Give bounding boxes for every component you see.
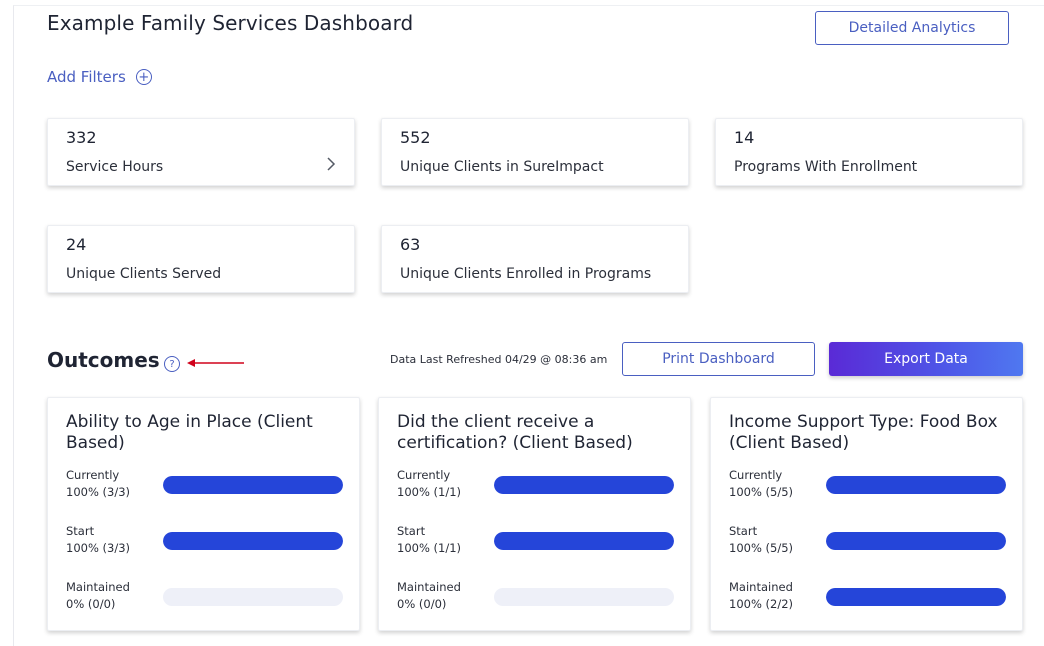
stat-card-unique-clients-served: 24 Unique Clients Served <box>47 225 355 293</box>
export-data-button[interactable]: Export Data <box>829 342 1023 376</box>
metric-name: Start <box>397 524 426 538</box>
outcome-metric-row: Start 100% (5/5) <box>729 524 1006 564</box>
progress-bar-track <box>826 532 1006 550</box>
outcome-metric-row: Maintained 100% (2/2) <box>729 580 1006 620</box>
progress-bar-fill <box>494 476 674 494</box>
outcome-card-title: Income Support Type: Food Box (Client Ba… <box>729 412 998 453</box>
stat-label: Service Hours <box>66 159 164 175</box>
metric-name: Start <box>66 524 95 538</box>
progress-bar-track <box>163 532 343 550</box>
outcome-metric-row: Currently 100% (5/5) <box>729 468 1006 508</box>
metric-value: 100% (1/1) <box>397 541 462 555</box>
stat-label: Unique Clients Enrolled in Programs <box>400 266 652 282</box>
progress-bar-fill <box>494 532 674 550</box>
print-dashboard-button[interactable]: Print Dashboard <box>622 342 815 376</box>
stat-value: 63 <box>400 235 421 254</box>
progress-bar-track <box>494 532 674 550</box>
page-title: Example Family Services Dashboard <box>47 11 414 35</box>
metric-name: Maintained <box>729 580 793 594</box>
metric-value: 100% (1/1) <box>397 485 462 499</box>
metric-name: Currently <box>66 468 120 482</box>
outcomes-title: Outcomes <box>47 348 160 372</box>
outcome-card-title: Ability to Age in Place (Client Based) <box>66 412 313 453</box>
progress-bar-track <box>163 588 343 606</box>
metric-value: 100% (5/5) <box>729 485 794 499</box>
add-filters-link[interactable]: Add Filters + <box>47 68 152 86</box>
outcome-metric-row: Maintained 0% (0/0) <box>66 580 343 620</box>
outcome-card-title: Did the client receive a certification? … <box>397 412 633 453</box>
progress-bar-fill <box>163 532 343 550</box>
stat-value: 24 <box>66 235 87 254</box>
metric-name: Currently <box>729 468 783 482</box>
stat-card-clients-enrolled: 63 Unique Clients Enrolled in Programs <box>381 225 689 293</box>
progress-bar-fill <box>826 532 1006 550</box>
metric-value: 0% (0/0) <box>397 597 447 611</box>
metric-value: 100% (3/3) <box>66 485 131 499</box>
progress-bar-track <box>494 476 674 494</box>
stat-label: Unique Clients Served <box>66 266 222 282</box>
metric-value: 100% (5/5) <box>729 541 794 555</box>
stat-value: 14 <box>734 128 755 147</box>
add-filters-label: Add Filters <box>47 68 126 86</box>
stat-card-unique-clients: 552 Unique Clients in SureImpact <box>381 118 689 186</box>
metric-name: Currently <box>397 468 451 482</box>
annotation-arrow-icon <box>187 359 244 367</box>
outcome-metric-row: Maintained 0% (0/0) <box>397 580 674 620</box>
progress-bar-track <box>826 476 1006 494</box>
metric-name: Maintained <box>66 580 130 594</box>
chevron-right-icon[interactable] <box>326 155 336 176</box>
stat-value: 552 <box>400 128 431 147</box>
question-circle-icon[interactable]: ? <box>164 356 180 372</box>
stat-card-programs-with-enrollment: 14 Programs With Enrollment <box>715 118 1023 186</box>
stat-label: Programs With Enrollment <box>734 159 918 175</box>
progress-bar-fill <box>826 588 1006 606</box>
outcome-metric-row: Start 100% (3/3) <box>66 524 343 564</box>
progress-bar-track <box>494 588 674 606</box>
detailed-analytics-button[interactable]: Detailed Analytics <box>815 11 1009 45</box>
stat-card-service-hours[interactable]: 332 Service Hours <box>47 118 355 186</box>
progress-bar-fill <box>826 476 1006 494</box>
progress-bar-track <box>163 476 343 494</box>
metric-name: Maintained <box>397 580 461 594</box>
outcome-card: Did the client receive a certification? … <box>378 397 691 631</box>
outcome-metric-row: Currently 100% (1/1) <box>397 468 674 508</box>
last-refreshed-text: Data Last Refreshed 04/29 @ 08:36 am <box>390 353 608 366</box>
metric-value: 100% (3/3) <box>66 541 131 555</box>
metric-value: 100% (2/2) <box>729 597 794 611</box>
metric-value: 0% (0/0) <box>66 597 116 611</box>
plus-circle-icon[interactable]: + <box>135 69 152 85</box>
stat-value: 332 <box>66 128 97 147</box>
outcome-card: Income Support Type: Food Box (Client Ba… <box>710 397 1023 631</box>
outcome-metric-row: Start 100% (1/1) <box>397 524 674 564</box>
progress-bar-fill <box>163 476 343 494</box>
outcome-card: Ability to Age in Place (Client Based) Cu… <box>47 397 360 631</box>
stat-label: Unique Clients in SureImpact <box>400 159 604 175</box>
outcome-metric-row: Currently 100% (3/3) <box>66 468 343 508</box>
progress-bar-track <box>826 588 1006 606</box>
metric-name: Start <box>729 524 758 538</box>
